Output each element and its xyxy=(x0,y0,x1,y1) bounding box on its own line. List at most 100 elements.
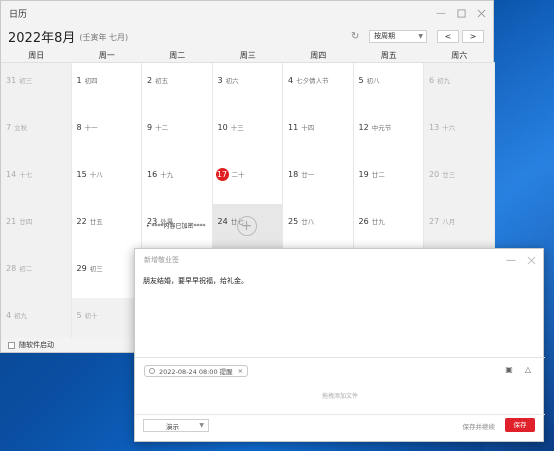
day-cell[interactable]: 16 十九 xyxy=(142,157,213,204)
day-cell[interactable]: 1 初四 xyxy=(71,63,142,110)
alert-icon[interactable]: △ xyxy=(523,364,533,374)
day-number: 9 xyxy=(147,123,153,132)
lunar-label: 初五 xyxy=(155,77,169,85)
clock-icon xyxy=(149,368,155,374)
day-number: 15 xyxy=(76,170,87,179)
close-button[interactable] xyxy=(473,5,489,21)
lunar-label: 廿一 xyxy=(301,171,315,179)
lunar-label: 十三 xyxy=(230,124,244,132)
view-select-value: 按周期 xyxy=(374,32,395,40)
day-cell-today[interactable]: 17 二十 xyxy=(212,157,283,204)
lunar-label: 十八 xyxy=(89,171,103,179)
day-number: 20 xyxy=(429,170,440,179)
lunar-label: 二十 xyxy=(231,171,245,179)
day-number: 24 xyxy=(217,217,228,226)
day-cell[interactable]: 10 十三 xyxy=(212,110,283,157)
day-number: 10 xyxy=(217,123,228,132)
day-number: 22 xyxy=(76,217,87,226)
day-cell[interactable]: 12 中元节 xyxy=(353,110,424,157)
minimize-button[interactable]: — xyxy=(433,5,449,21)
lunar-label: 廿四 xyxy=(19,218,33,226)
drop-zone-hint[interactable]: 拖拽添加文件 xyxy=(135,391,545,400)
day-cell[interactable]: 2 初五 xyxy=(142,63,213,110)
day-number: 21 xyxy=(6,217,17,226)
add-event-icon[interactable]: + xyxy=(236,216,257,236)
day-cell[interactable]: 25 廿八 xyxy=(283,204,354,251)
day-cell[interactable]: 3 初六 xyxy=(212,63,283,110)
day-cell[interactable]: 23 处暑 • ****内容已加密**** xyxy=(142,204,213,251)
day-cell[interactable]: 20 廿三 xyxy=(424,157,495,204)
lunar-label: 初十 xyxy=(84,312,98,320)
day-cell[interactable]: 11 十四 xyxy=(283,110,354,157)
autostart-checkbox[interactable] xyxy=(8,341,15,349)
day-cell[interactable]: 26 廿九 xyxy=(353,204,424,251)
lunar-label: 中元节 xyxy=(371,124,392,132)
lunar-label: 十二 xyxy=(155,124,169,132)
dialog-minimize-button[interactable]: — xyxy=(503,252,519,268)
week-row: 31 初三 1 初四 2 初五 3 初六 4 七夕情人节 5 初八 6 初九 xyxy=(1,63,495,110)
day-cell[interactable]: 5 初八 xyxy=(353,63,424,110)
day-number: 3 xyxy=(217,76,223,85)
dialog-title: 新增敬业签 xyxy=(144,256,179,264)
weekday-label: 周五 xyxy=(380,51,397,60)
day-number: 26 xyxy=(358,217,369,226)
maximize-button[interactable] xyxy=(453,5,469,21)
reminder-text: 2022-08-24 08:00 提醒 xyxy=(159,368,233,376)
today-marker: 17 xyxy=(215,168,229,181)
note-text-area[interactable]: 朋友结婚，要早早祝福，给礼金。 xyxy=(143,276,537,356)
event-item[interactable]: • ****内容已加密**** xyxy=(146,221,205,230)
weekday-label: 周三 xyxy=(239,51,256,60)
day-cell-selected[interactable]: 24 廿七 + xyxy=(212,204,283,251)
day-cell[interactable]: 8 十一 xyxy=(71,110,142,157)
day-cell[interactable]: 15 十八 xyxy=(71,157,142,204)
lunar-label: 廿八 xyxy=(301,218,315,226)
autostart-label: 随软件启动 xyxy=(19,341,54,349)
next-month-button[interactable]: > xyxy=(462,29,484,43)
weekday-label: 周一 xyxy=(98,51,115,60)
day-cell[interactable]: 29 初三 xyxy=(71,251,142,298)
day-cell[interactable]: 13 十六 xyxy=(424,110,495,157)
save-continue-button[interactable]: 保存并继续 xyxy=(463,421,496,431)
day-number: 1 xyxy=(76,76,82,85)
day-cell[interactable]: 9 十二 xyxy=(142,110,213,157)
day-cell[interactable]: 21 廿四 xyxy=(1,204,72,251)
week-row: 7 立秋 8 十一 9 十二 10 十三 11 十四 12 中元节 13 十六 xyxy=(1,110,495,157)
prev-month-button[interactable]: < xyxy=(437,29,459,43)
day-number: 12 xyxy=(358,123,369,132)
day-number: 14 xyxy=(6,170,17,179)
day-cell[interactable]: 28 初二 xyxy=(1,251,72,298)
month-title: 2022年8月 xyxy=(8,30,76,46)
weekday-label: 周四 xyxy=(310,51,327,60)
day-cell[interactable]: 18 廿一 xyxy=(283,157,354,204)
dialog-close-button[interactable] xyxy=(523,252,539,268)
reminder-tag[interactable]: 2022-08-24 08:00 提醒 × xyxy=(144,365,249,377)
new-note-dialog: 新增敬业签 — 朋友结婚，要早早祝福，给礼金。 2022-08-24 08:00… xyxy=(134,248,545,442)
calendar-toolbar: 2022年8月 (壬寅年 七月) ↻ 按周期 ▼ < > xyxy=(1,25,493,47)
day-number: 5 xyxy=(358,76,364,85)
day-number: 6 xyxy=(429,76,435,85)
maximize-icon xyxy=(456,8,466,18)
day-cell[interactable]: 14 十七 xyxy=(1,157,72,204)
day-cell[interactable]: 19 廿二 xyxy=(353,157,424,204)
day-cell[interactable]: 4 七夕情人节 xyxy=(283,63,354,110)
day-cell[interactable]: 22 廿五 xyxy=(71,204,142,251)
lunar-label: 初三 xyxy=(89,265,103,273)
lunar-label: 初九 xyxy=(14,312,28,320)
attachment-icon[interactable]: ▣ xyxy=(504,364,514,374)
lunar-label: 立秋 xyxy=(14,124,28,132)
category-select[interactable]: 演示 ▼ xyxy=(143,419,209,432)
day-number: 4 xyxy=(6,311,12,320)
day-cell[interactable]: 7 立秋 xyxy=(1,110,72,157)
week-row: 21 廿四 22 廿五 23 处暑 • ****内容已加密**** 24 廿七 + 25… xyxy=(1,204,495,251)
view-select[interactable]: 按周期 ▼ xyxy=(369,29,427,43)
day-cell[interactable]: 31 初三 xyxy=(1,63,72,110)
day-number: 2 xyxy=(147,76,153,85)
chevron-down-icon: ▼ xyxy=(418,32,423,40)
remove-reminder-icon[interactable]: × xyxy=(238,367,243,375)
save-button[interactable]: 保存 xyxy=(505,418,535,432)
day-cell[interactable]: 27 八月 xyxy=(424,204,495,251)
day-number: 4 xyxy=(288,76,294,85)
divider xyxy=(135,414,545,415)
day-cell[interactable]: 6 初九 xyxy=(424,63,495,110)
refresh-icon[interactable]: ↻ xyxy=(351,30,363,42)
